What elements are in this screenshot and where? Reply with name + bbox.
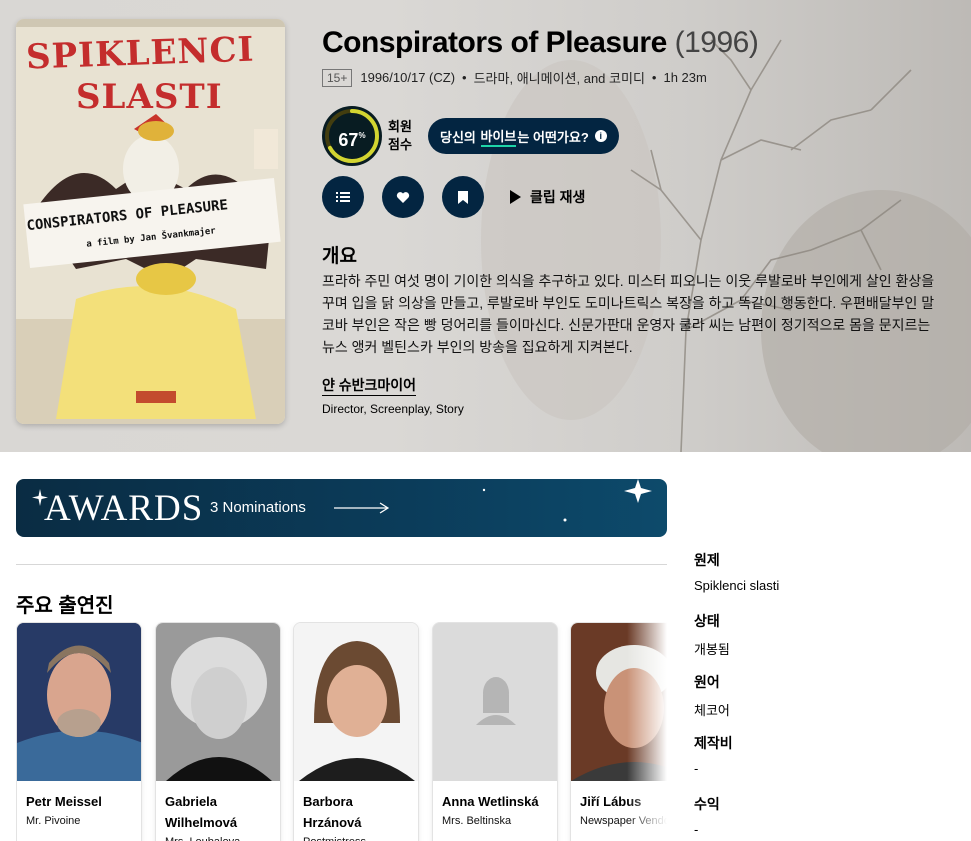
fact-value: - <box>694 822 699 837</box>
score-label: 회원 점수 <box>388 119 412 152</box>
separator-dot: • <box>462 70 467 85</box>
page-title: Conspirators of Pleasure (1996) <box>322 26 962 60</box>
profile-placeholder-icon <box>433 623 557 781</box>
info-icon: i <box>594 130 607 142</box>
fact-original-language: 원어 체코어 <box>694 672 954 733</box>
scroll-fade <box>627 622 667 841</box>
genres[interactable]: 드라마, 애니메이션, and 코미디 <box>474 68 645 87</box>
movie-poster[interactable]: SPIKLENCI SLASTI CONSPIRATORS OF PLEASUR… <box>16 19 285 424</box>
crew-name-link[interactable]: 얀 슈반크마이어 <box>322 375 417 396</box>
vibe-highlight: 바이브 <box>480 126 517 147</box>
cast-card[interactable]: Anna Wetlinská Mrs. Beltinska <box>432 622 558 841</box>
fact-value: - <box>694 761 699 776</box>
cast-card[interactable]: Gabriela Wilhelmová Mrs. Loubalova <box>155 622 281 841</box>
cast-photo <box>294 623 418 781</box>
cast-character: Mr. Pivoine <box>26 815 81 827</box>
fact-budget: 제작비 - <box>694 733 954 794</box>
add-to-list-button[interactable] <box>322 176 364 218</box>
movie-title[interactable]: Conspirators of Pleasure <box>322 26 667 59</box>
score-value: 67% <box>338 130 366 150</box>
poster-title-2: SLASTI <box>76 77 223 117</box>
crew-member: 얀 슈반크마이어 Director, Screenplay, Story <box>322 375 464 416</box>
release-date: 1996/10/17 (CZ) <box>360 70 456 85</box>
favorite-button[interactable] <box>382 176 424 218</box>
cast-photo <box>156 623 280 781</box>
play-clip-button[interactable]: 클립 재생 <box>510 187 585 207</box>
list-icon <box>336 192 350 202</box>
cast-name[interactable]: Gabriela Wilhelmová <box>156 781 280 833</box>
movie-facts: 15+ 1996/10/17 (CZ) • 드라마, 애니메이션, and 코미… <box>322 68 962 87</box>
cast-card[interactable]: Barbora Hrzánová Postmistress <box>293 622 419 841</box>
play-clip-label: 클립 재생 <box>530 189 586 205</box>
cast-photo <box>433 623 557 781</box>
cast-name[interactable]: Barbora Hrzánová <box>294 781 418 833</box>
fact-label: 제작비 <box>694 735 733 751</box>
awards-title: AWARDS <box>44 488 204 529</box>
runtime: 1h 23m <box>663 70 707 85</box>
awards-banner[interactable]: AWARDS 3 Nominations <box>16 479 667 537</box>
hero-header: SPIKLENCI SLASTI CONSPIRATORS OF PLEASUR… <box>0 0 971 452</box>
awards-nominations: 3 Nominations <box>210 499 306 516</box>
vibe-button[interactable]: 당신의 바이브 는 어떤가요? i <box>428 118 619 154</box>
cast-character: Mrs. Beltinska <box>442 815 512 827</box>
fact-label: 상태 <box>694 613 720 629</box>
fact-label: 원제 <box>694 552 720 568</box>
fact-revenue: 수익 - <box>694 794 954 841</box>
cast-photo <box>17 623 141 781</box>
fact-label: 수익 <box>694 796 720 812</box>
cast-name[interactable]: Anna Wetlinská <box>433 781 557 812</box>
action-bar: 클립 재생 <box>322 176 585 218</box>
watchlist-button[interactable] <box>442 176 484 218</box>
overview-text: 프라하 주민 여섯 명이 기이한 의식을 추구하고 있다. 미스터 피오니는 이… <box>322 273 935 355</box>
vibe-prefix: 당신의 <box>440 129 476 145</box>
heart-icon <box>396 191 410 203</box>
certification-badge: 15+ <box>322 68 353 87</box>
fact-original-title: 원제 Spiklenci slasti <box>694 550 954 611</box>
cast-scroller[interactable]: Petr Meissel Mr. Pivoine Gabriela Wilhel… <box>16 622 667 841</box>
vibe-suffix: 는 어떤가요? <box>517 129 589 145</box>
title-block: Conspirators of Pleasure (1996) 15+ 1996… <box>322 26 962 87</box>
release-year: (1996) <box>674 26 759 59</box>
overview-heading: 개요 <box>322 246 357 267</box>
fact-status: 상태 개봉됨 <box>694 611 954 672</box>
facts-sidebar: 원제 Spiklenci slasti 상태 개봉됨 원어 체코어 제작비 - … <box>694 550 954 841</box>
cast-character: Mrs. Loubalova <box>156 833 280 841</box>
cast-character: Postmistress <box>294 833 418 841</box>
cast-card[interactable]: Petr Meissel Mr. Pivoine <box>16 622 142 841</box>
fact-label: 원어 <box>694 674 720 690</box>
fact-value: 체코어 <box>694 703 730 718</box>
user-score-chart[interactable]: 67% <box>322 106 382 166</box>
arrow-right-icon <box>334 502 390 514</box>
separator-dot: • <box>651 70 657 85</box>
section-divider <box>16 564 667 565</box>
fact-value: Spiklenci slasti <box>694 578 780 593</box>
cast-name[interactable]: Petr Meissel <box>17 781 141 812</box>
cast-heading: 주요 출연진 <box>16 595 114 617</box>
bookmark-icon <box>458 190 468 204</box>
crew-role: Director, Screenplay, Story <box>322 402 464 416</box>
play-icon <box>510 190 521 204</box>
fact-value: 개봉됨 <box>694 642 730 657</box>
score-row: 67% 회원 점수 당신의 바이브 는 어떤가요? i <box>322 106 619 166</box>
